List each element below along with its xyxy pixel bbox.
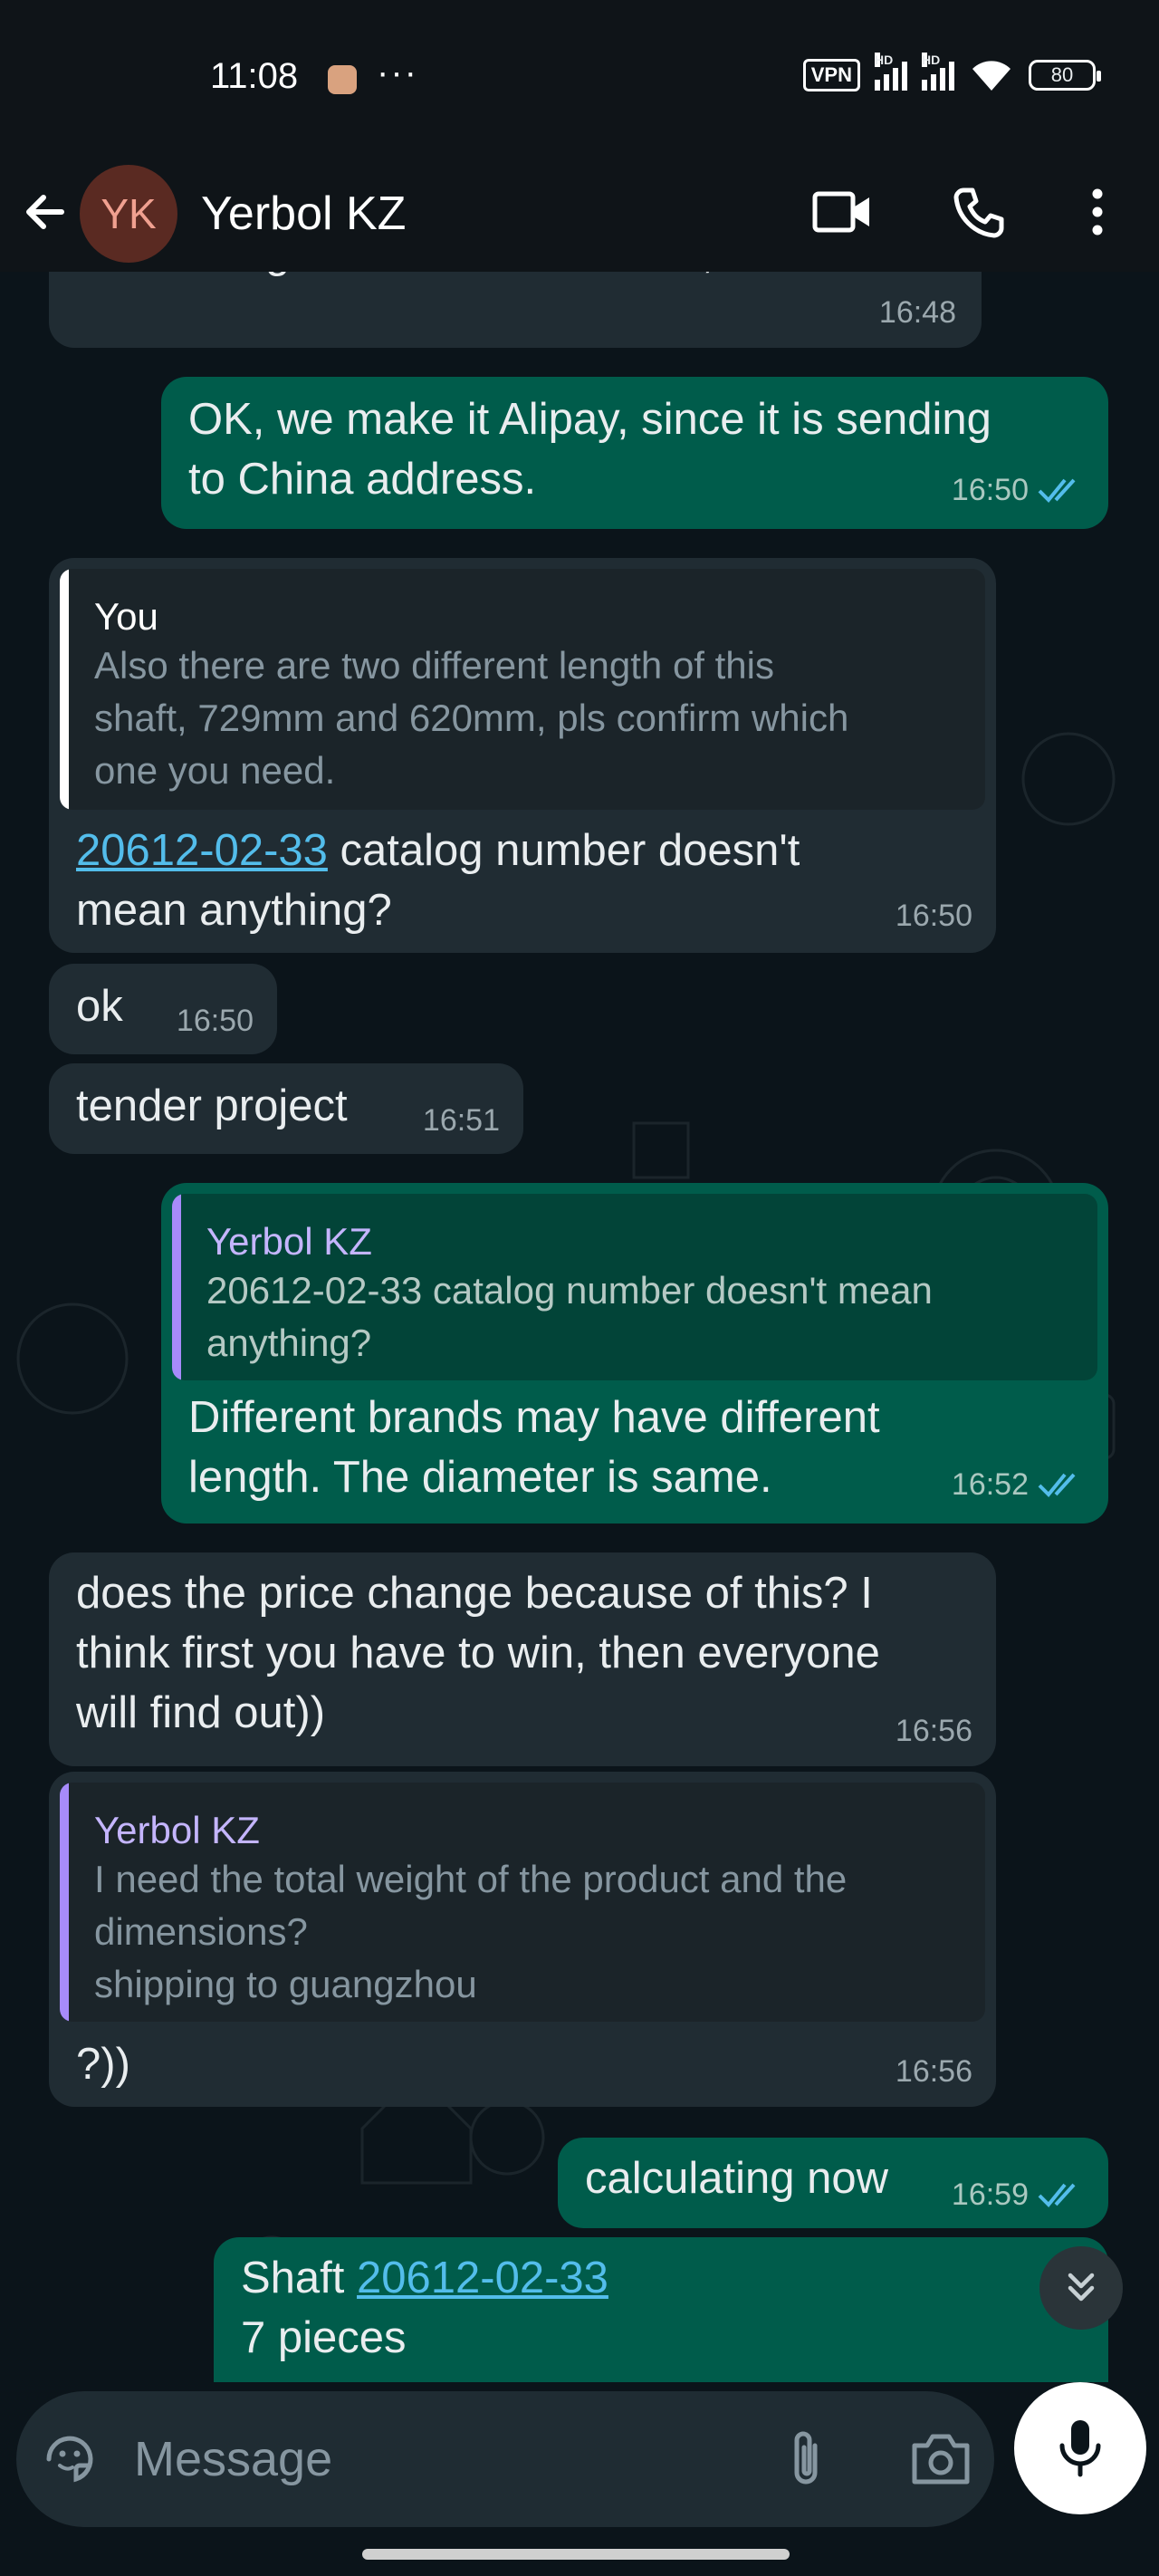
time-label: 16:59 — [951, 2177, 1029, 2212]
time-label: 16:48 — [878, 295, 956, 330]
catalog-link[interactable]: 20612-02-33 — [76, 826, 328, 875]
quote-text-line: shaft, 729mm and 620mm, pls confirm whic… — [94, 697, 849, 739]
read-receipt-icon — [1038, 2183, 1076, 2207]
message-placeholder: Message — [134, 2432, 333, 2486]
quoted-message[interactable]: Yerbol KZ I need the total weight of the… — [60, 1783, 985, 2022]
message-text-line: OK, we make it Alipay, since it is sendi… — [188, 395, 991, 444]
quote-text-line: shipping to guangzhou — [94, 1963, 477, 2005]
catalog-link[interactable]: 20612-02-33 — [357, 2254, 608, 2302]
chat-header: YK Yerbol KZ — [0, 154, 1159, 272]
quote-author: Yerbol KZ — [206, 1220, 372, 1263]
message-text: calculating now — [585, 2154, 889, 2203]
message-text-line: Different brands may have different — [188, 1393, 880, 1442]
status-indicators: VPN HD HD 80 — [802, 53, 1101, 92]
message-time: 16:50 — [896, 886, 972, 946]
message-text-line: 7 pieces — [241, 2313, 407, 2362]
quote-author: You — [94, 595, 158, 638]
quote-text-line: anything? — [206, 1322, 372, 1364]
status-time: 11:08 — [210, 56, 299, 96]
phone-call-icon[interactable] — [951, 185, 1005, 239]
message-incoming[interactable]: does the price change because of this? I… — [49, 1552, 996, 1766]
message-outgoing[interactable]: Shaft 20612-02-33 7 pieces — [214, 2237, 1108, 2382]
time-label: 16:51 — [422, 1103, 500, 1138]
message-incoming-reply[interactable]: You Also there are two different length … — [49, 558, 996, 953]
microphone-icon — [1059, 2420, 1101, 2477]
quote-bar — [172, 1194, 181, 1380]
quoted-message[interactable]: Yerbol KZ 20612-02-33 catalog number doe… — [172, 1194, 1097, 1380]
sticker-emoji-icon[interactable] — [40, 2429, 100, 2489]
time-label: 16:50 — [895, 899, 972, 933]
message-text-line: to China address. — [188, 455, 537, 504]
message-input[interactable]: Message — [16, 2391, 994, 2527]
message-text: and through Kazakhstan dollars, take two — [78, 272, 892, 283]
quote-text-line: 20612-02-33 catalog number doesn't mean — [206, 1269, 933, 1312]
message-time: 16:56 — [896, 2042, 972, 2101]
quote-text-line: I need the total weight of the product a… — [94, 1858, 848, 1900]
message-meta: 16:50 — [952, 460, 1085, 520]
quote-bar — [60, 1783, 69, 2022]
wifi-icon — [972, 61, 1011, 91]
read-receipt-icon — [1038, 1473, 1076, 1497]
vpn-icon: VPN — [802, 59, 860, 91]
quoted-message[interactable]: You Also there are two different length … — [60, 569, 985, 810]
chat-messages[interactable]: and through Kazakhstan dollars, take two… — [0, 272, 1159, 2382]
status-bar: 11:08 ··· VPN HD HD 80 — [0, 0, 1159, 154]
avatar[interactable]: YK — [80, 165, 177, 263]
time-label: 16:50 — [176, 1004, 254, 1038]
time-label: 16:56 — [895, 1714, 972, 1748]
hd-label: HD — [875, 53, 894, 67]
message-text: catalog number doesn't — [327, 826, 800, 875]
message-meta: 16:52 — [952, 1455, 1085, 1514]
contact-name[interactable]: Yerbol KZ — [201, 187, 406, 241]
message-text-line: length. The diameter is same. — [188, 1453, 772, 1502]
quote-author: Yerbol KZ — [94, 1809, 260, 1851]
time-label: 16:52 — [951, 1467, 1029, 1502]
message-text: tender project — [76, 1081, 348, 1130]
quote-bar — [60, 569, 69, 810]
message-text-line: will find out)) — [76, 1688, 326, 1737]
message-text: ok — [76, 982, 123, 1031]
time-label: 16:50 — [951, 473, 1029, 507]
camera-icon[interactable] — [909, 2429, 972, 2487]
message-text-line: think first you have to win, then everyo… — [76, 1629, 880, 1677]
message-text-line: Shaft 20612-02-33 — [241, 2248, 608, 2308]
quote-text-line: one you need. — [94, 749, 336, 792]
hd-label: HD — [922, 53, 941, 67]
message-text: ?)) — [76, 2040, 130, 2089]
message-text-line: does the price change because of this? I — [76, 1569, 873, 1618]
message-outgoing[interactable]: OK, we make it Alipay, since it is sendi… — [161, 377, 1108, 529]
message-incoming[interactable]: tender project 16:51 — [49, 1063, 523, 1154]
message-time: 16:48 — [879, 283, 956, 342]
message-text-line: mean anything? — [76, 886, 392, 935]
more-notifications-icon: ··· — [377, 53, 418, 92]
message-outgoing-reply[interactable]: Yerbol KZ 20612-02-33 catalog number doe… — [161, 1183, 1108, 1523]
signal-1-icon: HD — [875, 53, 907, 91]
video-call-icon[interactable] — [811, 185, 875, 239]
message-outgoing[interactable]: calculating now 16:59 — [558, 2138, 1108, 2228]
scroll-to-bottom-button[interactable] — [1039, 2246, 1123, 2330]
message-time: 16:56 — [896, 1701, 972, 1761]
message-incoming-reply[interactable]: Yerbol KZ I need the total weight of the… — [49, 1772, 996, 2107]
voice-record-button[interactable] — [1014, 2382, 1146, 2514]
read-receipt-icon — [1038, 478, 1076, 503]
message-meta: 16:59 — [952, 2165, 1085, 2225]
back-arrow-icon[interactable] — [18, 185, 72, 239]
time-label: 16:56 — [895, 2054, 972, 2089]
attach-paperclip-icon[interactable] — [784, 2427, 829, 2491]
message-time: 16:50 — [177, 991, 254, 1051]
message-time: 16:51 — [423, 1091, 500, 1150]
more-options-icon[interactable] — [1074, 185, 1121, 239]
message-incoming[interactable]: ok 16:50 — [49, 964, 277, 1054]
quote-text-line: dimensions? — [94, 1910, 308, 1953]
battery-icon: 80 — [1029, 60, 1101, 91]
double-chevron-down-icon — [1068, 2273, 1095, 2302]
notification-app-icon — [328, 65, 357, 94]
quote-text-line: Also there are two different length of t… — [94, 644, 774, 687]
message-incoming[interactable]: and through Kazakhstan dollars, take two… — [49, 272, 982, 348]
message-text-line: 20612-02-33 catalog number doesn't — [76, 821, 800, 880]
message-text: Shaft — [241, 2254, 358, 2302]
message-input-bar: Message — [0, 2382, 1159, 2576]
home-indicator[interactable] — [362, 2549, 790, 2560]
signal-2-icon: HD — [922, 53, 954, 91]
